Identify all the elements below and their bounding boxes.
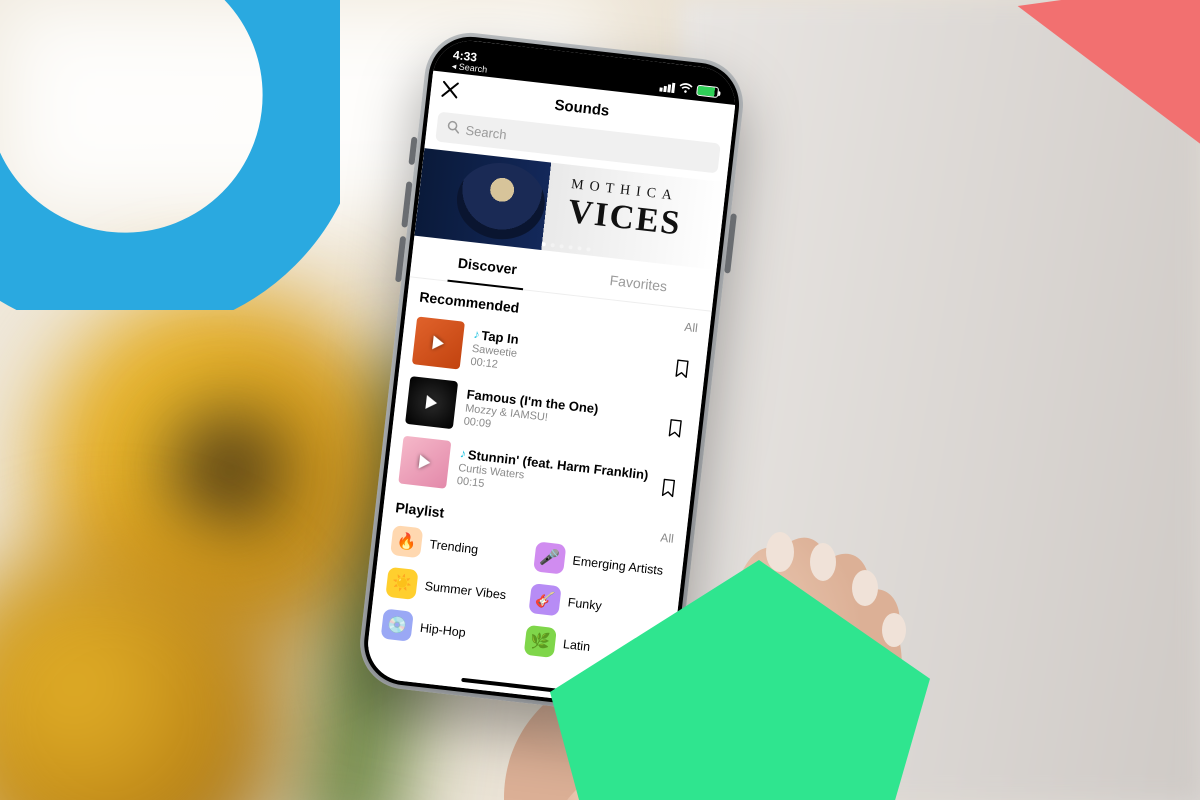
bookmark-icon: [667, 418, 683, 437]
phone-volume-down: [395, 236, 406, 282]
playlist-title: Playlist: [395, 499, 446, 520]
banner-page-dots: [542, 242, 591, 252]
playlist-all-link[interactable]: All: [660, 530, 675, 545]
bookmark-button[interactable]: [667, 418, 687, 443]
banner-artwork: [453, 158, 549, 243]
bookmark-icon: [661, 478, 677, 497]
playlist-name: Emerging Artists: [572, 554, 664, 578]
wifi-icon: [678, 82, 693, 97]
playlist-icon: 🎤: [533, 541, 566, 574]
recommended-all-link[interactable]: All: [684, 320, 699, 335]
close-button[interactable]: [440, 80, 471, 107]
track-thumb[interactable]: [412, 316, 465, 369]
playlist-icon: 🎸: [528, 583, 561, 616]
playlist-icon: 🌿: [524, 625, 557, 658]
playlist-name: Trending: [429, 537, 479, 556]
play-icon: [419, 455, 432, 470]
playlist-name: Latin: [562, 637, 591, 654]
search-placeholder: Search: [465, 122, 508, 142]
track-thumb[interactable]: [398, 436, 451, 489]
banner-text: MOTHICA VICES: [566, 177, 717, 245]
close-icon: [440, 80, 460, 100]
bookmark-button[interactable]: [674, 358, 694, 383]
bookmark-icon: [674, 358, 690, 377]
bg-sunflower-1-center: [170, 410, 290, 530]
play-icon: [425, 395, 438, 410]
playlist-icon: ☀️: [385, 567, 418, 600]
decor-blue-arc: [0, 0, 340, 310]
playlist-name: Summer Vibes: [424, 579, 507, 602]
music-note-icon: ♪: [473, 327, 481, 342]
playlist-name: Funky: [567, 595, 602, 613]
track-thumb[interactable]: [405, 376, 458, 429]
search-icon: [446, 120, 461, 137]
stage: 4:33 Search: [0, 0, 1200, 800]
playlist-icon: 💿: [381, 609, 414, 642]
recommended-list: ♪ Tap InSaweetie00:12Famous (I'm the One…: [386, 309, 708, 522]
battery-icon: [696, 85, 719, 98]
play-icon: [432, 335, 445, 350]
playlist-name: Hip-Hop: [419, 621, 466, 640]
cellular-signal-icon: [659, 81, 675, 93]
bookmark-button[interactable]: [660, 478, 680, 503]
music-note-icon: ♪: [459, 446, 467, 461]
playlist-icon: 🔥: [390, 525, 423, 558]
status-back-to-app[interactable]: Search: [451, 62, 487, 75]
